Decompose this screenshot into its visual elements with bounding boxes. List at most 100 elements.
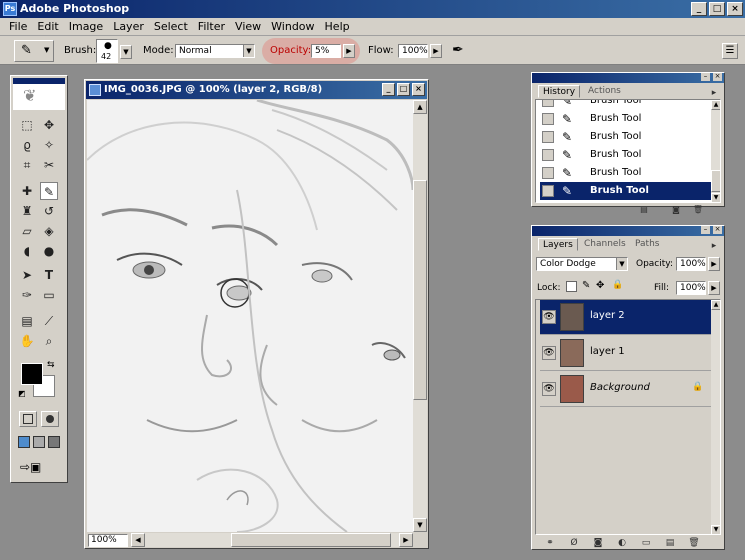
history-snapshot-checkbox[interactable] [542, 149, 554, 161]
document-vertical-scrollbar[interactable]: ▲ ▼ [413, 100, 427, 532]
scroll-left-icon[interactable]: ◀ [131, 533, 145, 547]
eye-icon[interactable]: 👁 [542, 382, 556, 396]
menu-help[interactable]: Help [320, 20, 355, 33]
tool-preset-picker[interactable]: ✎ ▼ [14, 40, 54, 62]
flow-input[interactable]: 100% [398, 44, 428, 58]
panel-close-button[interactable]: × [713, 226, 722, 234]
image-canvas[interactable] [87, 100, 413, 532]
scroll-down-icon[interactable]: ▼ [711, 525, 720, 534]
layers-scrollbar[interactable]: ▲ ▼ [711, 300, 720, 534]
layer-name[interactable]: layer 2 [590, 310, 625, 321]
full-screen-mode-icon[interactable] [48, 436, 60, 448]
palette-well-icon[interactable]: ☰ [722, 43, 738, 59]
flow-slider-arrow[interactable]: ▶ [430, 44, 442, 58]
blur-tool-icon[interactable]: ◖ [18, 242, 36, 260]
doc-maximize-button[interactable]: □ [397, 83, 410, 96]
history-brush-tool-icon[interactable]: ↺ [40, 202, 58, 220]
default-colors-icon[interactable]: ◩ [18, 389, 26, 398]
menu-image[interactable]: Image [64, 20, 108, 33]
path-selection-tool-icon[interactable]: ➤ [18, 266, 36, 284]
zoom-level-field[interactable]: 100% [88, 534, 128, 547]
scroll-up-icon[interactable]: ▲ [711, 100, 720, 110]
paint-bucket-tool-icon[interactable]: ◈ [40, 222, 58, 240]
history-snapshot-checkbox[interactable] [542, 113, 554, 125]
history-panel-menu-icon[interactable]: ▸ [708, 87, 720, 99]
tab-history[interactable]: History [538, 85, 581, 98]
doc-minimize-button[interactable]: _ [382, 83, 395, 96]
history-state[interactable]: ✎ Brush Tool [540, 182, 714, 200]
zoom-tool-icon[interactable]: ⌕ [40, 332, 58, 350]
blend-mode-select[interactable]: Color Dodge ▼ [536, 257, 628, 271]
tab-paths[interactable]: Paths [631, 238, 663, 251]
minimize-button[interactable]: _ [691, 2, 707, 16]
menu-file[interactable]: File [4, 20, 32, 33]
scroll-down-icon[interactable]: ▼ [413, 518, 427, 532]
layer-mask-icon[interactable]: ◙ [592, 537, 604, 549]
eye-icon[interactable]: 👁 [542, 346, 556, 360]
notes-tool-icon[interactable]: ▤ [18, 312, 36, 330]
history-scrollbar[interactable]: ▲ ▼ [711, 100, 720, 202]
trash-icon[interactable]: 🗑 [692, 204, 704, 216]
panel-minimize-button[interactable]: – [701, 73, 710, 81]
opacity-input[interactable]: 5% [311, 44, 341, 58]
tab-actions[interactable]: Actions [584, 85, 625, 98]
tab-channels[interactable]: Channels [580, 238, 630, 251]
lock-image-icon[interactable]: ✎ [582, 280, 590, 291]
hand-tool-icon[interactable]: ✋ [18, 332, 36, 350]
layer-opacity-input[interactable]: 100% [676, 257, 706, 271]
fill-input[interactable]: 100% [676, 281, 706, 295]
brush-preview[interactable]: ● 42 [96, 39, 118, 63]
mode-select[interactable]: Normal ▼ [175, 44, 255, 58]
brush-tool-icon[interactable]: ✎ [40, 182, 58, 200]
healing-brush-tool-icon[interactable]: ✚ [18, 182, 36, 200]
magic-wand-tool-icon[interactable]: ✧ [40, 136, 58, 154]
horizontal-scroll-thumb[interactable] [231, 533, 391, 547]
close-button[interactable]: × [727, 2, 743, 16]
layer-row[interactable]: 👁 layer 1 [540, 336, 714, 371]
shape-tool-icon[interactable]: ▭ [40, 286, 58, 304]
lasso-tool-icon[interactable]: ϱ [18, 136, 36, 154]
clone-stamp-tool-icon[interactable]: ♜ [18, 202, 36, 220]
lock-transparency-icon[interactable] [566, 281, 577, 292]
lock-position-icon[interactable]: ✥ [596, 280, 604, 291]
panel-minimize-button[interactable]: – [701, 226, 710, 234]
history-scroll-thumb[interactable] [711, 170, 720, 192]
marquee-tool-icon[interactable]: ⬚ [18, 116, 36, 134]
layer-name[interactable]: Background [590, 382, 650, 393]
history-snapshot-checkbox[interactable] [542, 131, 554, 143]
new-layer-icon[interactable]: ▤ [664, 537, 676, 549]
scroll-up-icon[interactable]: ▲ [413, 100, 427, 114]
menu-layer[interactable]: Layer [108, 20, 149, 33]
layer-opacity-arrow[interactable]: ▶ [708, 257, 720, 271]
maximize-button[interactable]: □ [709, 2, 725, 16]
new-document-from-state-icon[interactable]: ▤ [638, 204, 650, 216]
standard-screen-mode-icon[interactable] [18, 436, 30, 448]
menu-edit[interactable]: Edit [32, 20, 63, 33]
full-screen-menu-mode-icon[interactable] [33, 436, 45, 448]
menu-select[interactable]: Select [149, 20, 193, 33]
fill-arrow[interactable]: ▶ [708, 281, 720, 295]
vertical-scroll-thumb[interactable] [413, 180, 427, 400]
history-snapshot-checkbox[interactable] [542, 167, 554, 179]
airbrush-icon[interactable]: ✒ [452, 42, 464, 58]
new-snapshot-icon[interactable]: ◙ [670, 204, 682, 216]
opacity-slider-arrow[interactable]: ▶ [343, 44, 355, 58]
menu-view[interactable]: View [230, 20, 266, 33]
history-snapshot-checkbox[interactable] [542, 100, 554, 107]
history-snapshot-checkbox[interactable] [542, 185, 554, 197]
lock-all-icon[interactable]: 🔒 [612, 280, 623, 290]
history-state[interactable]: ✎ Brush Tool [540, 164, 714, 182]
adjustment-layer-icon[interactable]: ◐ [616, 537, 628, 549]
layer-row[interactable]: 👁 layer 2 [540, 300, 714, 335]
new-group-icon[interactable]: ▭ [640, 537, 652, 549]
history-state[interactable]: ✎ Brush Tool [540, 110, 714, 128]
slice-tool-icon[interactable]: ✂ [40, 156, 58, 174]
doc-close-button[interactable]: × [412, 83, 425, 96]
swap-colors-icon[interactable]: ⇆ [47, 360, 55, 370]
standard-mode-icon[interactable] [19, 411, 37, 427]
pen-tool-icon[interactable]: ✑ [18, 286, 36, 304]
eraser-tool-icon[interactable]: ▱ [18, 222, 36, 240]
eye-icon[interactable]: 👁 [542, 310, 556, 324]
type-tool-icon[interactable]: T [40, 266, 58, 284]
trash-icon[interactable]: 🗑 [688, 537, 700, 549]
